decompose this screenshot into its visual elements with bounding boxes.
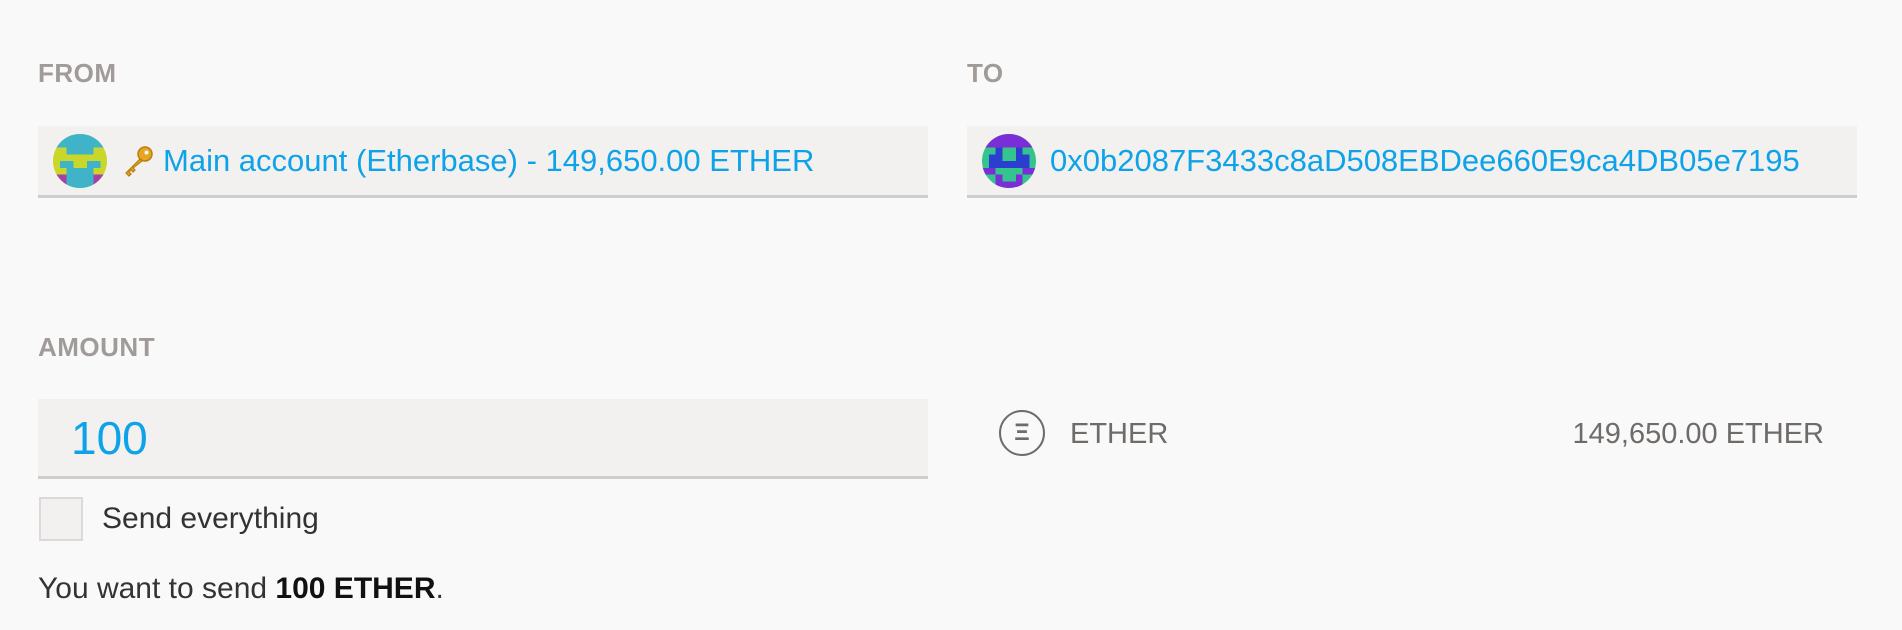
ether-icon[interactable]: Ξ — [999, 410, 1045, 456]
currency-option-ether[interactable]: ETHER — [1070, 414, 1168, 454]
from-account-select[interactable]: Main account (Etherbase) - 149,650.00 ET… — [38, 126, 928, 198]
summary-prefix: You want to send — [38, 572, 276, 605]
from-account-identicon — [53, 133, 107, 188]
send-transaction-form: FROM Main account (Etherbase) - 149,650.… — [0, 0, 1902, 630]
summary-suffix: . — [435, 572, 444, 605]
key-icon — [121, 144, 155, 178]
to-address-text: 0x0b2087F3433c8aD508EBDee660E9ca4DB05e71… — [1050, 142, 1800, 178]
from-label: FROM — [38, 58, 117, 88]
amount-input[interactable] — [38, 399, 928, 479]
summary-amount: 100 ETHER — [275, 572, 436, 605]
currency-balance: 149,650.00 ETHER — [1572, 418, 1824, 450]
to-label: TO — [967, 58, 1004, 88]
to-address-field[interactable]: 0x0b2087F3433c8aD508EBDee660E9ca4DB05e71… — [967, 126, 1857, 198]
to-address-identicon — [982, 133, 1036, 188]
send-everything-checkbox[interactable] — [39, 497, 83, 541]
amount-label: AMOUNT — [38, 332, 156, 362]
send-summary: You want to send 100 ETHER. — [38, 569, 444, 609]
from-account-text: Main account (Etherbase) - 149,650.00 ET… — [163, 142, 815, 178]
send-everything-label[interactable]: Send everything — [102, 497, 319, 541]
